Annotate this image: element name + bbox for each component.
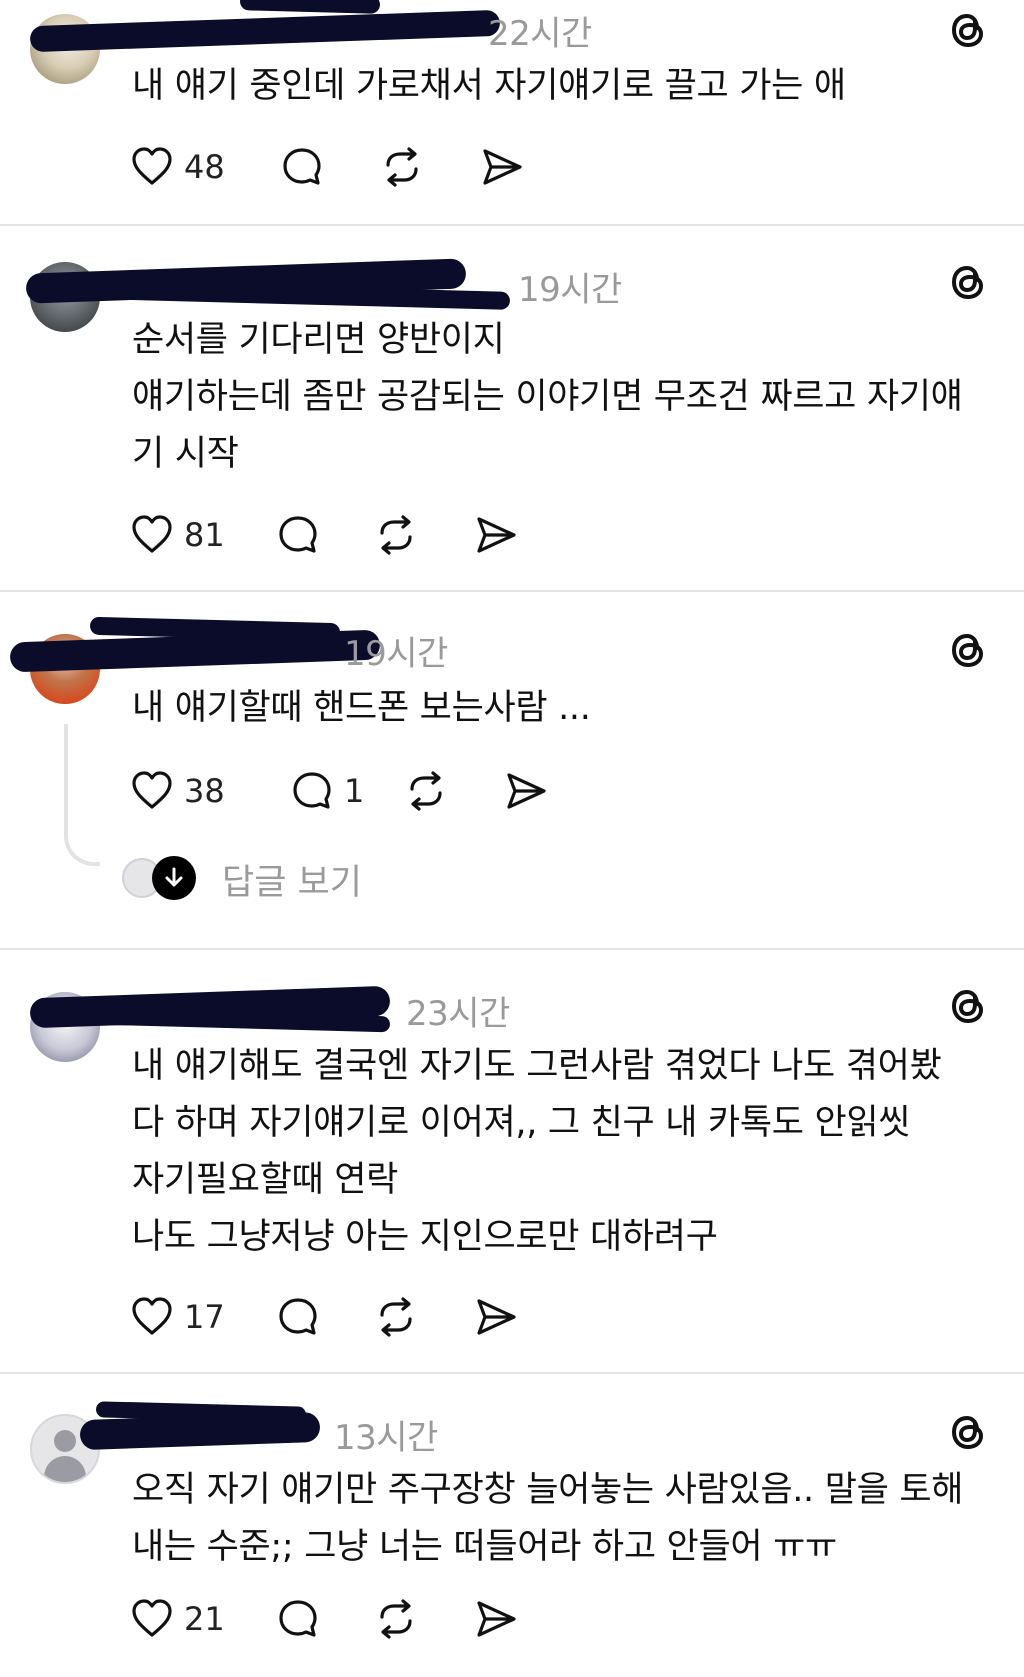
post-2: 19시간 순서를 기다리면 양반이지 얘기하는데 좀만 공감되는 이야기면 무조… [0,226,1024,592]
post-text-line: 얘기하는데 좀만 공감되는 이야기면 무조건 짜르고 자기얘 [132,377,963,417]
arrow-down-icon [152,856,196,900]
repost-button[interactable] [374,1594,418,1644]
post-text-line: 나도 그냥저냥 아는 지인으로만 대하려구 [132,1217,718,1257]
reply-count: 1 [344,772,365,810]
share-icon [477,517,516,553]
share-icon [477,1299,516,1335]
thread-connector [64,724,100,866]
timestamp: 19시간 [344,634,448,674]
share-button[interactable] [480,142,524,192]
threads-icon[interactable] [946,1410,990,1454]
post-text: 내 얘기할때 핸드폰 보는사람 ... [132,680,1002,737]
repost-button[interactable] [404,766,448,816]
share-button[interactable] [504,766,548,816]
repost-button[interactable] [380,142,424,192]
comment-icon [279,1298,317,1335]
like-count: 17 [184,1298,225,1336]
heart-icon [132,1297,172,1335]
post-text-line: 내는 수준;; 그냥 너는 떠들어라 하고 안들어 ㅠㅠ [132,1527,837,1567]
timestamp: 23시간 [406,994,510,1034]
repost-icon [380,1297,412,1337]
post-text-line: 내 얘기할때 핸드폰 보는사람 ... [132,688,591,728]
reply-button[interactable]: 1 [290,766,364,816]
reply-button[interactable] [276,1292,320,1342]
post-text: 내 얘기해도 결국엔 자기도 그런사람 겪었다 나도 겪어봤 다 하며 자기얘기… [132,1038,1002,1266]
post-text-line: 기 시작 [132,434,239,474]
like-count: 21 [184,1600,225,1638]
share-icon [507,773,546,809]
threads-icon[interactable] [946,260,990,304]
repost-icon [386,147,418,187]
threads-icon[interactable] [946,984,990,1028]
repost-icon [410,771,442,811]
heart-icon [132,515,172,553]
action-bar: 81 [130,510,550,560]
action-bar: 48 [130,142,550,192]
like-button[interactable]: 48 [130,142,225,192]
threads-icon[interactable] [946,628,990,672]
post-text-line: 다 하며 자기얘기로 이어져,, 그 친구 내 카톡도 안읽씻 [132,1103,911,1143]
like-count: 38 [184,772,225,810]
action-bar: 38 1 [130,766,590,816]
like-button[interactable]: 21 [130,1594,225,1644]
share-icon [483,149,522,185]
post-4: 23시간 내 얘기해도 결국엔 자기도 그런사람 겪었다 나도 겪어봤 다 하며… [0,950,1024,1374]
heart-icon [132,771,172,809]
heart-icon [132,1599,172,1637]
post-text-line: 자기필요할때 연락 [132,1160,399,1200]
redacted-username-mark [239,0,381,14]
share-icon [477,1601,516,1637]
reply-avatars[interactable] [122,856,202,900]
post-text: 오직 자기 얘기만 주구장창 늘어놓는 사람있음.. 말을 토해 내는 수준;;… [132,1462,1002,1576]
like-button[interactable]: 38 [130,766,225,816]
comment-icon [293,772,331,809]
share-button[interactable] [474,510,518,560]
reply-button[interactable] [280,142,324,192]
heart-icon [132,147,172,185]
timestamp: 13시간 [334,1418,438,1458]
timestamp: 19시간 [518,270,622,310]
repost-icon [380,515,412,555]
post-text-line: 내 얘기 중인데 가로채서 자기얘기로 끌고 가는 애 [132,66,846,106]
like-count: 48 [184,148,225,186]
like-button[interactable]: 81 [130,510,225,560]
post-text: 순서를 기다리면 양반이지 얘기하는데 좀만 공감되는 이야기면 무조건 짜르고… [132,312,1002,483]
comment-icon [279,516,317,553]
post-1: 22시간 내 얘기 중인데 가로채서 자기얘기로 끌고 가는 애 48 [0,0,1024,226]
repost-button[interactable] [374,510,418,560]
post-3: 19시간 내 얘기할때 핸드폰 보는사람 ... 38 1 답글 보기 [0,592,1024,950]
share-button[interactable] [474,1594,518,1644]
redacted-username [29,9,501,53]
post-5: 13시간 오직 자기 얘기만 주구장창 늘어놓는 사람있음.. 말을 토해 내는… [0,1374,1024,1677]
timestamp: 22시간 [488,14,592,54]
like-count: 81 [184,516,225,554]
repost-icon [380,1599,412,1639]
share-button[interactable] [474,1292,518,1342]
reply-button[interactable] [276,1594,320,1644]
post-text: 내 얘기 중인데 가로채서 자기얘기로 끌고 가는 애 [132,58,1002,115]
post-text-line: 순서를 기다리면 양반이지 [132,320,505,360]
view-replies-link[interactable]: 답글 보기 [222,854,362,905]
action-bar: 21 [130,1594,550,1644]
repost-button[interactable] [374,1292,418,1342]
threads-feed: 22시간 내 얘기 중인데 가로채서 자기얘기로 끌고 가는 애 48 19시간… [0,0,1024,1677]
comment-icon [283,148,321,185]
threads-icon[interactable] [946,8,990,52]
post-text-line: 내 얘기해도 결국엔 자기도 그런사람 겪었다 나도 겪어봤 [132,1046,942,1086]
post-text-line: 오직 자기 얘기만 주구장창 늘어놓는 사람있음.. 말을 토해 [132,1470,964,1510]
reply-button[interactable] [276,510,320,560]
action-bar: 17 [130,1292,550,1342]
like-button[interactable]: 17 [130,1292,225,1342]
comment-icon [279,1600,317,1637]
